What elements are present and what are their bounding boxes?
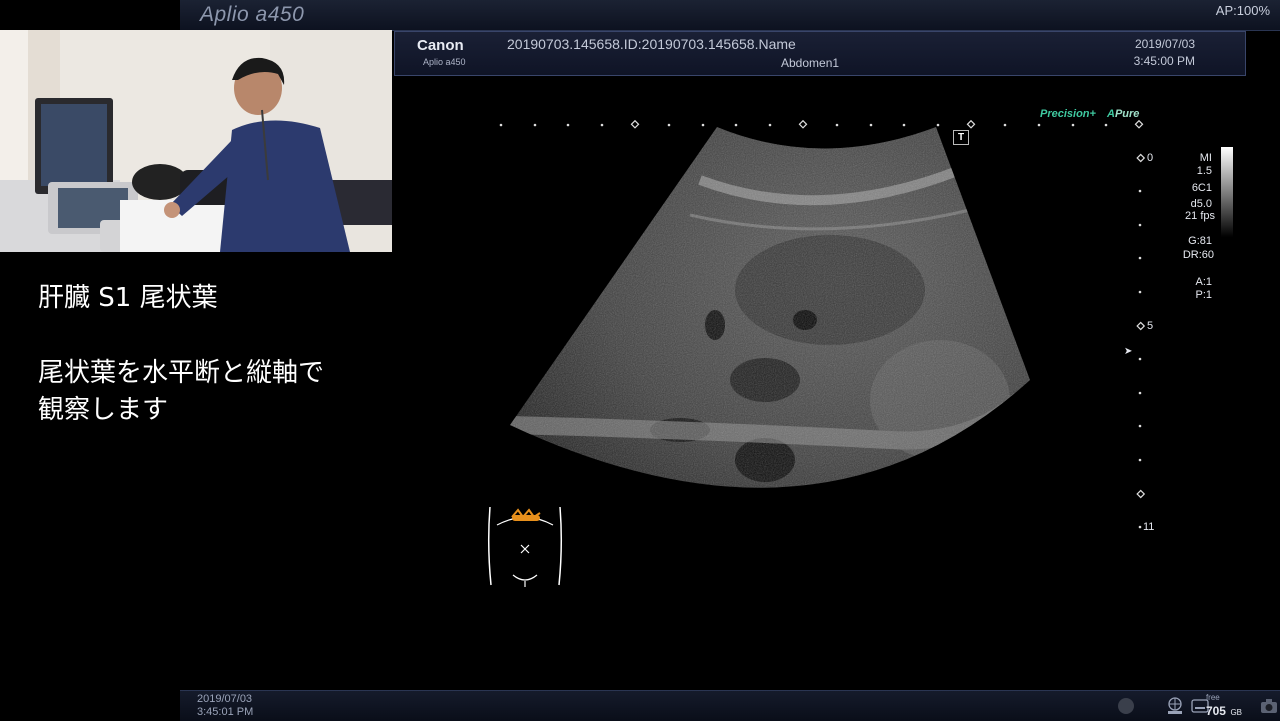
- free-label: free: [1205, 693, 1220, 702]
- status-date: 2019/07/03: [197, 693, 253, 705]
- top-bar: Aplio a450 AP:100%: [180, 0, 1280, 31]
- caption-title: 肝臓 S1 尾状葉: [38, 283, 218, 313]
- p-readout: P:1: [1195, 289, 1212, 301]
- exam-time: 3:45:00 PM: [1133, 54, 1195, 68]
- caption-line-2: 観察します: [38, 395, 169, 425]
- depth-scale: [1136, 153, 1146, 529]
- depth-label-11: 11: [1143, 521, 1155, 533]
- free-space-readout: free 705 GB: [1206, 693, 1242, 720]
- frame-rate: 21 fps: [1185, 210, 1215, 222]
- probe-label: 6C1: [1191, 182, 1212, 194]
- network-icon: [1168, 697, 1182, 714]
- exam-info-bar: Canon Aplio a450 20190703.145658.ID:2019…: [394, 31, 1246, 76]
- model-label: Aplio a450: [423, 57, 466, 67]
- mi-label: MI: [1199, 152, 1212, 164]
- disc-icon: [1118, 698, 1134, 714]
- free-value: 705: [1205, 704, 1226, 718]
- free-unit: GB: [1230, 708, 1242, 717]
- exam-date: 2019/07/03: [1134, 37, 1195, 51]
- ultrasound-image: [510, 127, 1030, 488]
- depth-label-0: 0: [1147, 152, 1154, 164]
- brand-logo: Aplio a450: [200, 3, 305, 26]
- status-bar: 2019/07/03 3:45:01 PM free 705 GB: [180, 690, 1280, 721]
- dynamic-range-readout: DR:60: [1182, 249, 1214, 261]
- camera-feed: [0, 30, 392, 252]
- gain-readout: G:81: [1188, 235, 1212, 247]
- exam-preset: Abdomen1: [781, 56, 840, 70]
- grayscale-bar: [1221, 147, 1233, 237]
- canon-logo: Canon: [417, 37, 464, 54]
- patient-id: 20190703.145658.ID:20190703.145658.Name: [507, 36, 796, 52]
- camera-icon[interactable]: [1260, 698, 1278, 714]
- depth-setting: d5.0: [1190, 198, 1212, 210]
- mi-value: 1.5: [1196, 165, 1212, 177]
- depth-label-5: 5: [1147, 320, 1154, 332]
- caption-line-1: 尾状葉を水平断と縦軸で: [38, 358, 325, 388]
- focus-marker-icon: ➤: [1124, 346, 1133, 357]
- acoustic-power-readout: AP:100%: [1215, 3, 1270, 18]
- status-time: 3:45:01 PM: [197, 706, 254, 718]
- body-mark-icon: [487, 506, 563, 587]
- a-readout: A:1: [1195, 276, 1212, 288]
